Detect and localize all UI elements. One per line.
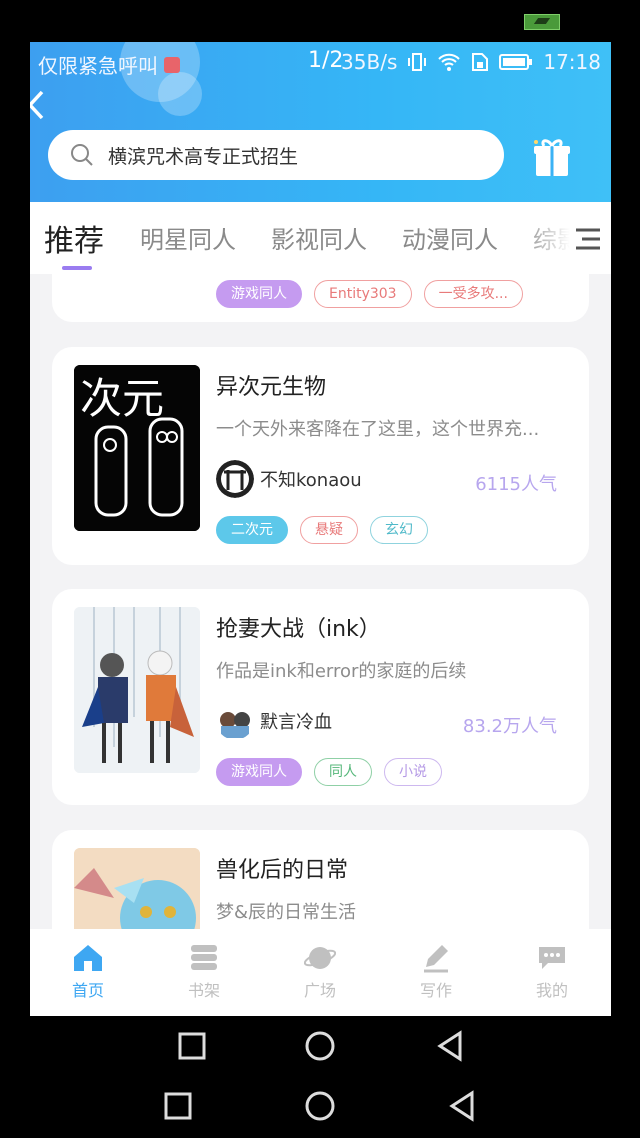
tag[interactable]: 游戏同人: [216, 758, 302, 786]
system-nav-bar: [0, 1016, 640, 1076]
page-indicator: 1/2: [308, 48, 344, 73]
tag[interactable]: 玄幻: [370, 516, 428, 544]
book-card[interactable]: 抢妻大战（ink） 作品是ink和error的家庭的后续 默言冷血 83.2万人…: [52, 589, 589, 805]
search-placeholder: 横滨咒术高专正式招生: [108, 145, 299, 168]
author-name: 不知konaou: [260, 470, 362, 491]
book-desc: 梦&辰的日常生活: [216, 902, 357, 923]
nav-bookshelf[interactable]: 书架: [164, 943, 244, 1001]
nav-write[interactable]: 写作: [396, 943, 476, 1001]
tag[interactable]: 二次元: [216, 516, 288, 544]
gift-icon[interactable]: [530, 136, 574, 178]
author-name: 默言冷血: [260, 712, 332, 733]
header: 仅限紧急呼叫 35B/s 17:18 1/2 横滨咒术高专正式招生: [30, 42, 611, 202]
nav-label: 广场: [303, 981, 336, 1000]
popularity: 6115人气: [475, 474, 557, 495]
avatar: [216, 702, 254, 740]
tab-star-fanfic[interactable]: 明星同人: [140, 220, 236, 255]
pen-icon: [424, 945, 448, 973]
vibrate-icon: [408, 53, 427, 71]
back-button-icon[interactable]: [448, 1090, 476, 1122]
tab-underline: [62, 266, 92, 270]
carrier-text: 仅限紧急呼叫: [38, 54, 158, 78]
menu-icon[interactable]: [572, 224, 604, 254]
book-title[interactable]: 抢妻大战（ink）: [216, 611, 381, 643]
tag[interactable]: 一受多攻...: [423, 280, 523, 308]
tab-recommend[interactable]: 推荐: [44, 216, 104, 260]
tag[interactable]: 同人: [314, 758, 372, 786]
tag[interactable]: 游戏同人: [216, 280, 302, 308]
back-icon[interactable]: [30, 88, 52, 120]
book-card[interactable]: 次元 异次元生物 一个天外来客降在了这里，这个世界充... 不知konaou 6…: [52, 347, 589, 565]
nav-label: 书架: [187, 981, 220, 1000]
planet-icon: [304, 947, 336, 969]
nav-label: 我的: [535, 981, 568, 1000]
search-bar[interactable]: 横滨咒术高专正式招生: [48, 130, 504, 180]
home-icon: [74, 945, 102, 971]
external-battery-indicator: [524, 14, 560, 30]
home-button-icon[interactable]: [304, 1090, 336, 1122]
nav-label: 首页: [71, 981, 104, 1000]
tab-film-fanfic[interactable]: 影视同人: [271, 220, 367, 255]
book-title[interactable]: 兽化后的日常: [216, 852, 348, 884]
bottom-nav: 首页 书架 广场 写作 我的: [30, 929, 611, 1016]
nav-square[interactable]: 广场: [280, 943, 360, 1001]
popularity: 83.2万人气: [462, 716, 557, 737]
book-cover: [74, 607, 200, 773]
book-author[interactable]: 默言冷血: [216, 702, 332, 740]
wifi-icon: [438, 53, 461, 71]
nav-me[interactable]: 我的: [512, 943, 592, 1001]
book-desc: 一个天外来客降在了这里，这个世界充...: [216, 419, 540, 440]
tag[interactable]: 小说: [384, 758, 442, 786]
sim-card-icon: [472, 53, 489, 71]
tab-anime-fanfic[interactable]: 动漫同人: [402, 220, 498, 255]
book-cover: [74, 848, 200, 929]
book-author[interactable]: 不知konaou: [216, 460, 362, 498]
recent-apps-icon[interactable]: [164, 1092, 192, 1120]
tag[interactable]: 悬疑: [300, 516, 358, 544]
battery-icon: [499, 54, 533, 70]
bookshelf-icon: [191, 945, 217, 970]
avatar: [216, 460, 254, 498]
chat-icon: [539, 947, 565, 969]
category-tabs: 推荐 明星同人 影视同人 动漫同人 综影: [30, 202, 611, 274]
search-icon: [71, 144, 93, 166]
tag[interactable]: Entity303: [314, 280, 412, 308]
clock: 17:18: [543, 50, 601, 74]
book-card[interactable]: 兽化后的日常 梦&辰的日常生活: [52, 830, 589, 929]
book-list: 游戏同人 Entity303 一受多攻... 次元 异次元生物 一个天外来客降在…: [30, 274, 611, 929]
book-desc: 作品是ink和error的家庭的后续: [216, 661, 467, 682]
back-button-icon[interactable]: [436, 1030, 464, 1062]
book-tags: 二次元 悬疑 玄幻: [216, 516, 428, 544]
book-card[interactable]: 游戏同人 Entity303 一受多攻...: [52, 274, 589, 322]
sim-icon: [164, 56, 180, 73]
network-speed: 35B/s: [341, 50, 398, 74]
phone-screen: 仅限紧急呼叫 35B/s 17:18 1/2 横滨咒术高专正式招生 推荐 明星同…: [30, 42, 611, 1016]
home-button-icon[interactable]: [304, 1030, 336, 1062]
recent-apps-icon[interactable]: [178, 1032, 206, 1060]
system-nav-bar: [0, 1076, 640, 1136]
nav-home[interactable]: 首页: [48, 943, 128, 1001]
nav-label: 写作: [419, 981, 452, 1000]
book-cover: 次元: [74, 365, 200, 531]
book-title[interactable]: 异次元生物: [216, 369, 326, 401]
book-tags: 游戏同人 Entity303 一受多攻...: [216, 280, 523, 308]
cover-text: 次元: [80, 374, 164, 423]
book-tags: 游戏同人 同人 小说: [216, 758, 442, 786]
